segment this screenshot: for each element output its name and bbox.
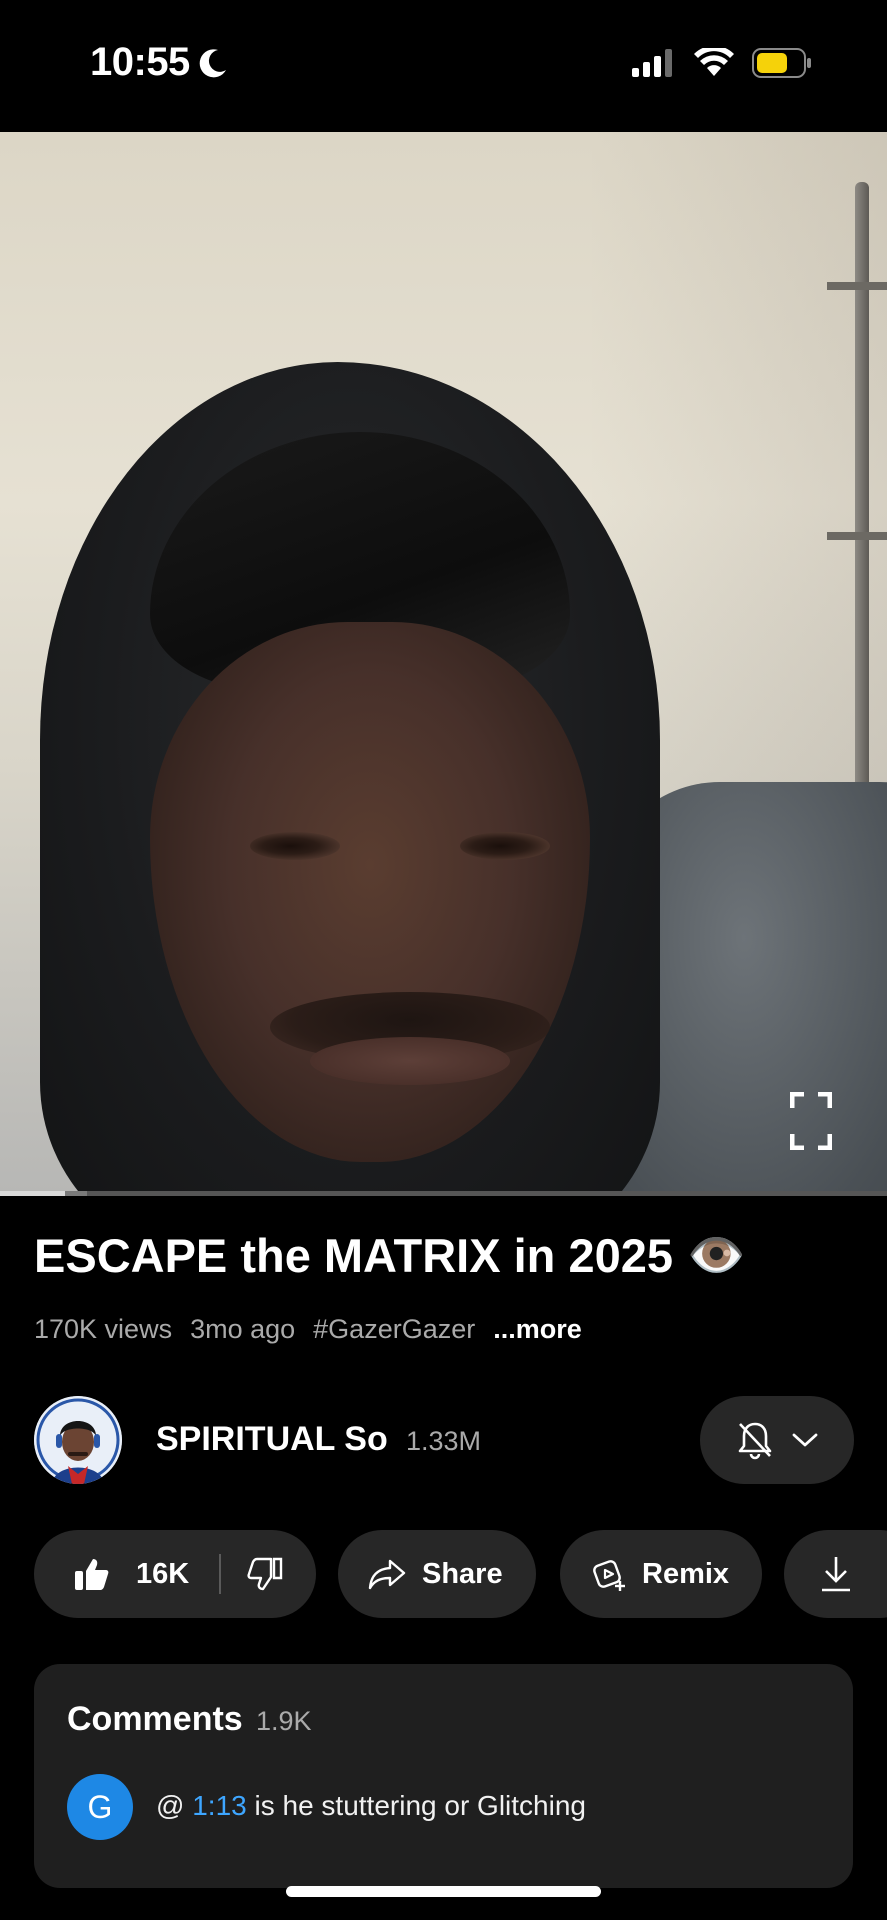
hashtag-link[interactable]: #GazerGazer [313,1314,475,1345]
like-dislike-pill: 16K [34,1530,316,1618]
wifi-icon [694,48,734,76]
battery-low-power-icon [752,48,811,78]
video-meta[interactable]: 170K views 3mo ago #GazerGazer ...more [34,1314,582,1345]
progress-bar-played [0,1191,65,1196]
view-count: 170K views [34,1314,173,1344]
channel-name[interactable]: SPIRITUAL So [156,1420,388,1459]
thumbs-up-icon [75,1559,109,1590]
download-icon [822,1557,850,1592]
channel-row[interactable]: SPIRITUAL So 1.33M [34,1396,854,1486]
remix-icon [593,1560,625,1591]
top-comment-text: @ 1:13 is he stuttering or Glitching [156,1790,586,1822]
like-button[interactable]: 16K [34,1557,189,1591]
remix-label: Remix [642,1557,730,1590]
commenter-avatar-letter: G [87,1788,113,1825]
upload-age: 3mo ago [190,1314,296,1344]
comment-body: is he stuttering or Glitching [254,1790,587,1821]
commenter-avatar: G [67,1774,133,1840]
share-button[interactable]: Share [338,1530,536,1618]
comments-section[interactable]: Comments 1.9K G @ 1:13 is he stuttering … [34,1664,853,1888]
channel-avatar[interactable] [34,1396,122,1484]
thumbs-down-icon [247,1557,283,1591]
moon-icon [199,48,226,77]
more-button[interactable]: ...more [493,1314,582,1345]
status-bar: 10:55 [0,0,887,132]
share-label: Share [422,1557,503,1590]
share-icon [368,1559,406,1590]
bell-off-icon [738,1422,772,1460]
download-button[interactable] [784,1530,887,1618]
dislike-button[interactable] [221,1557,283,1591]
comments-title: Comments [67,1700,243,1738]
remix-button[interactable]: Remix [560,1530,762,1618]
status-time: 10:55 [90,40,230,85]
chevron-down-icon [792,1433,818,1447]
fullscreen-icon[interactable] [790,1092,832,1150]
progress-bar-track[interactable] [0,1191,887,1196]
comments-count: 1.9K [256,1706,312,1736]
video-title-text: ESCAPE the MATRIX in 2025 [34,1229,673,1282]
clock: 10:55 [90,40,190,84]
video-player[interactable] [0,132,887,1192]
subscriber-count: 1.33M [406,1426,482,1456]
channel-avatar-image [34,1396,122,1484]
home-indicator[interactable] [286,1886,601,1897]
notification-bell-button[interactable] [700,1396,854,1484]
like-count: 16K [136,1557,190,1590]
cellular-signal-icon [632,49,672,77]
comment-timestamp-link[interactable]: 1:13 [192,1790,247,1821]
comment-prefix: @ [156,1790,185,1821]
eye-emoji: 👁️ [687,1228,746,1283]
video-title[interactable]: ESCAPE the MATRIX in 2025 👁️ [34,1228,746,1283]
status-icons [632,48,812,78]
action-bar: 16K Share Remix [34,1530,887,1618]
